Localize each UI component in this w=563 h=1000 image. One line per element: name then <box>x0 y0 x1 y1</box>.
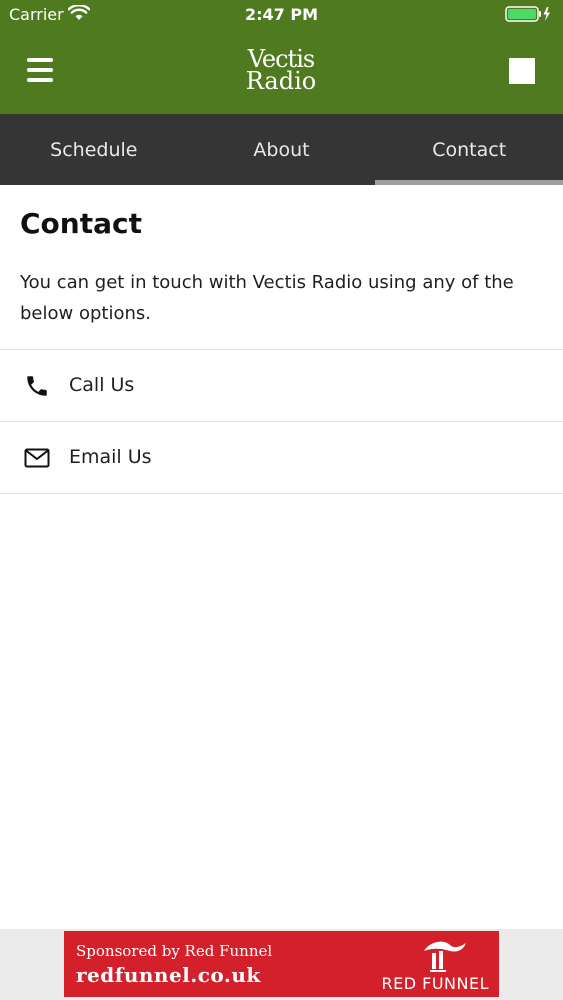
ad-bar: Sponsored by Red Funnel redfunnel.co.uk … <box>0 929 563 1000</box>
vectis-radio-logo: Vectis Radio <box>231 47 331 98</box>
email-us-item[interactable]: Email Us <box>0 422 563 494</box>
tab-contact-label: Contact <box>432 139 507 161</box>
hamburger-menu-icon[interactable] <box>27 58 55 84</box>
contact-options-list: Call Us Email Us <box>0 349 563 494</box>
red-funnel-logo-icon <box>424 941 466 972</box>
intro-text: You can get in touch with Vectis Radio u… <box>20 272 514 324</box>
battery-charging-icon <box>505 6 550 22</box>
ad-brand-text: RED FUNNEL <box>381 974 489 993</box>
tab-about[interactable]: About <box>188 114 376 185</box>
page-title: Contact <box>20 207 142 240</box>
status-time: 2:47 PM <box>244 5 318 24</box>
envelope-icon <box>24 448 50 468</box>
app-header: Carrier 2:47 PM Vectis Radio <box>0 0 563 114</box>
phone-icon <box>27 376 47 396</box>
email-us-label: Email Us <box>69 446 152 468</box>
tab-bar: Schedule About Contact <box>0 114 563 185</box>
tab-contact[interactable]: Contact <box>375 114 563 185</box>
tab-schedule-label: Schedule <box>50 139 138 161</box>
red-funnel-ad-banner[interactable]: Sponsored by Red Funnel redfunnel.co.uk … <box>64 931 499 997</box>
call-us-item[interactable]: Call Us <box>0 350 563 422</box>
tab-schedule[interactable]: Schedule <box>0 114 188 185</box>
logo-line-2: Radio <box>245 67 317 95</box>
call-us-label: Call Us <box>69 374 135 396</box>
stop-playback-button[interactable] <box>509 58 535 84</box>
status-bar: Carrier 2:47 PM <box>0 0 563 30</box>
ad-sponsor-text: Sponsored by Red Funnel <box>76 942 273 960</box>
ad-url-text: redfunnel.co.uk <box>76 963 261 987</box>
tab-about-label: About <box>253 139 310 161</box>
